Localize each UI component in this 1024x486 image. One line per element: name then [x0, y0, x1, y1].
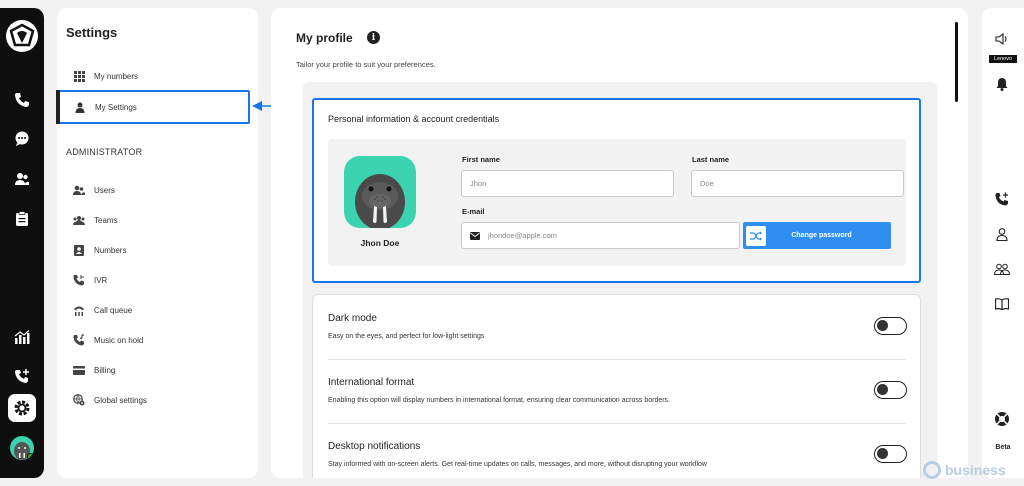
lenovo-label: Lenovo: [989, 55, 1017, 63]
sidebar-item-users[interactable]: Users: [57, 175, 258, 205]
email-field[interactable]: jhondoe@apple.com: [461, 222, 740, 249]
settings-title: Settings: [66, 25, 118, 40]
change-password-label: Change password: [791, 232, 852, 239]
pref-desc: Stay informed with on-screen alerts. Get…: [328, 461, 707, 468]
contacts-icon[interactable]: [12, 169, 32, 189]
sidebar-item-my-settings[interactable]: My Settings: [56, 90, 250, 124]
grid-icon: [73, 70, 85, 82]
sidebar-item-ivr[interactable]: IVR: [57, 265, 258, 295]
analytics-icon[interactable]: [12, 327, 32, 347]
sidebar-item-label: Billing: [94, 365, 116, 375]
sidebar-item-label: My Settings: [95, 102, 137, 112]
desktop-notifications-toggle[interactable]: [874, 445, 907, 463]
sidebar-item-label: IVR: [94, 275, 108, 285]
last-name-field[interactable]: Doe: [691, 170, 904, 197]
settings-sidebar: Settings My numbers My Settings ADMINIST…: [56, 8, 258, 478]
shuffle-icon: [746, 225, 766, 246]
info-icon[interactable]: i: [367, 31, 380, 44]
admin-section-label: ADMINISTRATOR: [66, 147, 143, 157]
lifebuoy-icon[interactable]: [993, 410, 1011, 428]
dark-mode-toggle[interactable]: [874, 317, 907, 335]
right-utility-rail: Lenovo Beta: [982, 8, 1024, 478]
call-queue-icon: [73, 304, 85, 316]
international-format-toggle[interactable]: [874, 381, 907, 399]
sidebar-item-numbers[interactable]: Numbers: [57, 235, 258, 265]
phone-icon[interactable]: [12, 90, 32, 110]
pref-title: International format: [328, 377, 415, 388]
music-on-hold-icon: [73, 334, 85, 346]
sidebar-item-call-queue[interactable]: Call queue: [57, 295, 258, 325]
sidebar-item-teams[interactable]: Teams: [57, 205, 258, 235]
speaker-icon[interactable]: [993, 30, 1011, 48]
personal-info-form: Jhon Doe First name Jhon Last name Doe E…: [328, 139, 906, 266]
change-password-button[interactable]: Change password: [743, 222, 891, 249]
sidebar-item-my-numbers[interactable]: My numbers: [57, 61, 258, 91]
last-name-value: Doe: [700, 179, 714, 188]
first-name-label: First name: [462, 155, 500, 164]
sidebar-item-global-settings[interactable]: Global settings: [57, 385, 258, 415]
user-avatar[interactable]: [10, 436, 34, 460]
online-status-dot: [27, 453, 34, 460]
sidebar-item-label: Music on hold: [94, 335, 144, 345]
chat-icon[interactable]: [12, 129, 32, 149]
pref-title: Dark mode: [328, 313, 377, 324]
envelope-icon: [470, 231, 480, 240]
users-icon: [73, 184, 85, 196]
left-nav-rail: [0, 8, 44, 478]
person-icon[interactable]: [993, 225, 1011, 243]
last-name-label: Last name: [692, 155, 730, 164]
user-icon: [74, 101, 86, 113]
sidebar-item-label: My numbers: [94, 71, 139, 81]
card-title: Personal information & account credentia…: [328, 114, 500, 124]
pref-desc: Enabling this option will display number…: [328, 397, 671, 404]
pref-desc: Easy on the eyes, and perfect for low-li…: [328, 333, 485, 340]
page-title: My profile: [296, 31, 353, 45]
first-name-field[interactable]: Jhon: [461, 170, 674, 197]
pref-row-dark-mode: Dark mode Easy on the eyes, and perfect …: [313, 295, 920, 359]
billing-icon: [73, 364, 85, 376]
group-icon[interactable]: [993, 260, 1011, 278]
sidebar-item-label: Teams: [94, 215, 118, 225]
brand-logo-icon: [923, 461, 941, 479]
email-label: E-mail: [462, 207, 485, 216]
scrollbar-thumb[interactable]: [955, 22, 958, 102]
sidebar-item-label: Users: [94, 185, 115, 195]
ivr-icon: [73, 274, 85, 286]
app-logo-icon[interactable]: [6, 20, 38, 52]
teams-icon: [73, 214, 85, 226]
profile-avatar[interactable]: [344, 156, 416, 228]
sidebar-item-label: Numbers: [94, 245, 127, 255]
sidebar-item-music-on-hold[interactable]: Music on hold: [57, 325, 258, 355]
sidebar-item-billing[interactable]: Billing: [57, 355, 258, 385]
pref-row-desktop-notifications: Desktop notifications Stay informed with…: [313, 423, 920, 478]
book-icon[interactable]: [993, 295, 1011, 313]
email-value: jhondoe@apple.com: [488, 231, 557, 240]
pref-title: Desktop notifications: [328, 441, 421, 452]
sidebar-item-label: Global settings: [94, 395, 147, 405]
page-subtitle: Tailor your profile to suit your prefere…: [296, 60, 436, 69]
globe-gear-icon: [73, 394, 85, 406]
sidebar-item-label: Call queue: [94, 305, 133, 315]
clipboard-icon[interactable]: [12, 209, 32, 229]
beta-label: Beta: [995, 444, 1011, 451]
numbers-icon: [73, 244, 85, 256]
settings-gear-icon[interactable]: [8, 394, 36, 422]
pref-row-international-format: International format Enabling this optio…: [313, 359, 920, 423]
bell-icon[interactable]: [993, 75, 1011, 93]
watermark-text: business: [945, 462, 1006, 478]
phone-plus-icon[interactable]: [12, 366, 32, 386]
phone-plus-icon[interactable]: [993, 190, 1011, 208]
main-content: My profile i Tailor your profile to suit…: [271, 8, 968, 478]
profile-display-name: Jhon Doe: [360, 238, 400, 248]
brand-watermark: business: [923, 461, 1006, 479]
personal-info-card: Personal information & account credentia…: [312, 98, 921, 283]
first-name-value: Jhon: [470, 179, 487, 188]
preferences-card: Dark mode Easy on the eyes, and perfect …: [312, 294, 921, 478]
